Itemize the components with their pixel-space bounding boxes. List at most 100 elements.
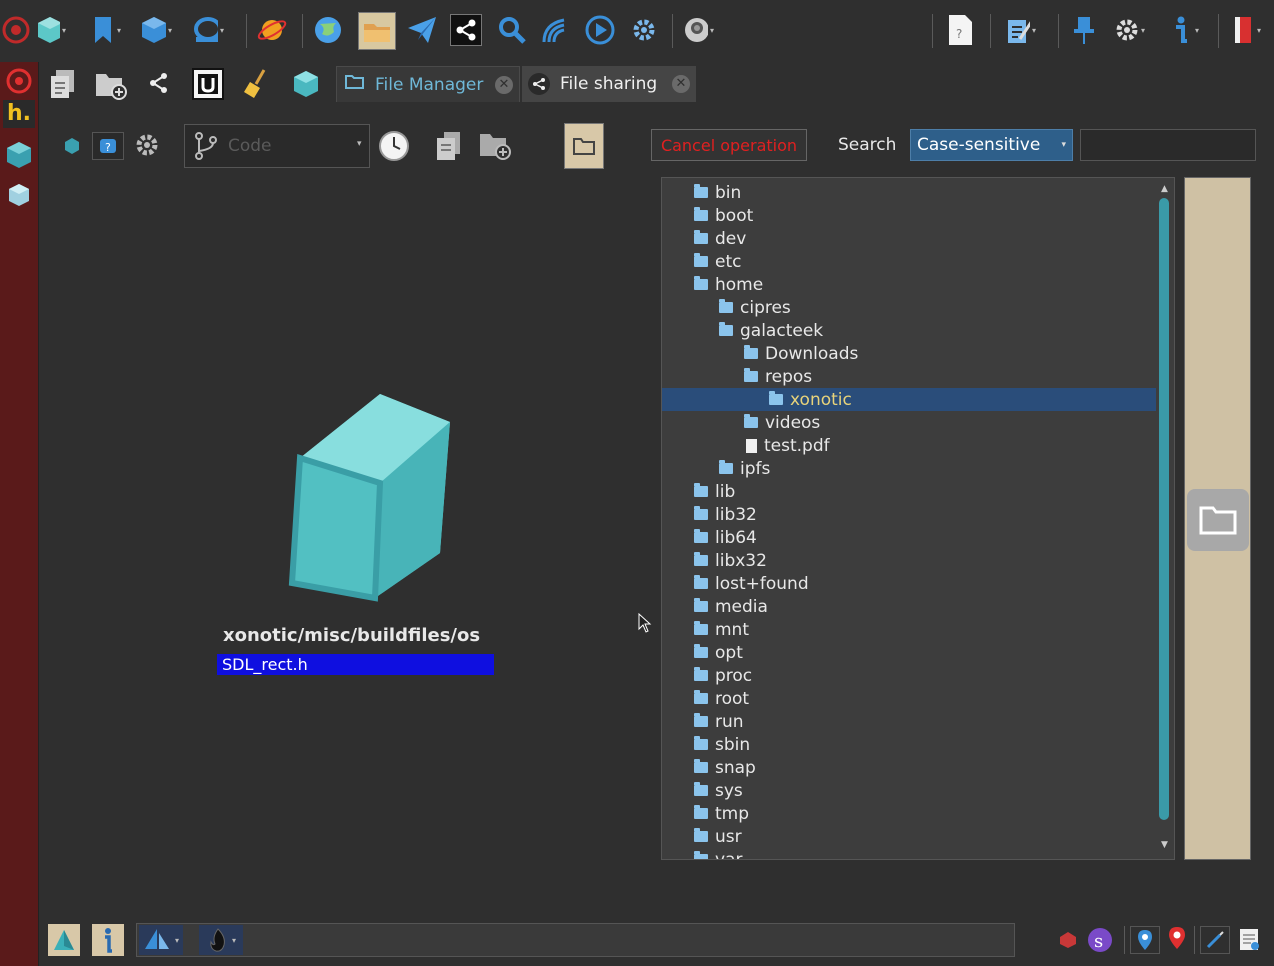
- tree-item-label: test.pdf: [764, 435, 830, 456]
- tree-item-label: home: [715, 274, 764, 295]
- help-badge-icon[interactable]: ?: [92, 132, 124, 160]
- tab-file-manager[interactable]: File Manager ✕: [336, 66, 520, 102]
- map-pin-blue-icon[interactable]: [1130, 926, 1160, 954]
- add-file-icon[interactable]: [434, 130, 464, 166]
- workspace-cube-light-icon[interactable]: [7, 182, 31, 212]
- pyramid-icon[interactable]: [48, 924, 80, 956]
- ipfs-cube-small-icon[interactable]: [290, 68, 322, 104]
- peers-icon[interactable]: ▾: [192, 14, 224, 46]
- tree-item[interactable]: mnt: [662, 618, 1156, 641]
- tab-file-manager-close-button[interactable]: ✕: [495, 76, 513, 94]
- tree-item[interactable]: proc: [662, 664, 1156, 687]
- scroll-up-icon[interactable]: ▲: [1161, 184, 1168, 194]
- tree-scrollbar[interactable]: ▲ ▼: [1159, 184, 1169, 854]
- tree-item[interactable]: boot: [662, 204, 1156, 227]
- tree-item[interactable]: opt: [662, 641, 1156, 664]
- new-folder-icon[interactable]: [94, 70, 128, 104]
- ipfs-cube-icon[interactable]: ▾: [34, 14, 66, 46]
- signal-icon[interactable]: [540, 14, 572, 46]
- status-bar: ▾ ▾: [136, 923, 1015, 957]
- tree-item[interactable]: run: [662, 710, 1156, 733]
- pen-icon[interactable]: [1200, 926, 1230, 954]
- scrollbar-thumb[interactable]: [1159, 198, 1169, 820]
- open-folder-button[interactable]: [564, 123, 604, 169]
- camera-icon[interactable]: ▾: [682, 14, 714, 46]
- peer-s-icon[interactable]: s: [1086, 926, 1116, 958]
- file-tree[interactable]: bin boot dev etc home cipres galacteek Download…: [661, 177, 1175, 860]
- tree-item[interactable]: dev: [662, 227, 1156, 250]
- new-document-icon[interactable]: [48, 68, 78, 104]
- tree-item[interactable]: lib32: [662, 503, 1156, 526]
- tree-item[interactable]: lost+found: [662, 572, 1156, 595]
- folder-icon: [694, 506, 708, 520]
- scroll-down-icon[interactable]: ▼: [1161, 840, 1168, 850]
- tab-file-sharing[interactable]: File sharing ✕: [522, 66, 696, 102]
- options-gear-icon[interactable]: [134, 132, 160, 162]
- red-gem-icon[interactable]: [1058, 930, 1078, 954]
- share-node-icon[interactable]: [148, 72, 170, 98]
- tree-item[interactable]: etc: [662, 250, 1156, 273]
- tree-item[interactable]: Downloads: [662, 342, 1156, 365]
- tree-item[interactable]: lib64: [662, 526, 1156, 549]
- map-pin-red-icon[interactable]: [1168, 926, 1186, 954]
- info-icon[interactable]: ▾: [1168, 14, 1200, 46]
- tree-item[interactable]: ipfs: [662, 457, 1156, 480]
- bookmark-icon[interactable]: ▾: [90, 14, 122, 46]
- pin-icon[interactable]: [1068, 14, 1100, 46]
- settings-gear-icon[interactable]: [628, 14, 660, 46]
- cancel-operation-button[interactable]: Cancel operation: [651, 129, 807, 161]
- hexagon-icon[interactable]: [62, 136, 82, 160]
- search-input[interactable]: [1080, 129, 1256, 161]
- sail-icon[interactable]: ▾: [139, 925, 183, 955]
- tree-item[interactable]: root: [662, 687, 1156, 710]
- case-sensitivity-select[interactable]: Case-sensitive ▾: [910, 129, 1073, 161]
- tab-file-sharing-close-button[interactable]: ✕: [672, 75, 690, 93]
- tree-item[interactable]: videos: [662, 411, 1156, 434]
- folder-icon: [694, 690, 708, 704]
- package-icon[interactable]: ▾: [140, 14, 172, 46]
- tree-item[interactable]: snap: [662, 756, 1156, 779]
- play-icon[interactable]: [584, 14, 616, 46]
- tree-item[interactable]: lib: [662, 480, 1156, 503]
- tree-item[interactable]: home: [662, 273, 1156, 296]
- help-document-icon[interactable]: ?: [944, 14, 976, 46]
- clipboard-icon[interactable]: ▾: [1004, 14, 1036, 46]
- broom-icon[interactable]: [242, 68, 272, 104]
- tree-item[interactable]: galacteek: [662, 319, 1156, 342]
- share-icon[interactable]: [450, 14, 482, 46]
- tree-item[interactable]: bin: [662, 181, 1156, 204]
- add-directory-icon[interactable]: [478, 130, 512, 164]
- hashmark-logo[interactable]: h.: [3, 100, 35, 128]
- app-ring-icon[interactable]: [5, 67, 33, 99]
- file-manager-folder-icon[interactable]: [358, 12, 396, 50]
- tree-item[interactable]: repos: [662, 365, 1156, 388]
- tree-item[interactable]: libx32: [662, 549, 1156, 572]
- flame-icon[interactable]: ▾: [199, 925, 243, 955]
- tree-item[interactable]: sbin: [662, 733, 1156, 756]
- exit-door-icon[interactable]: ▾: [1230, 14, 1262, 46]
- tree-item[interactable]: test.pdf: [662, 434, 1156, 457]
- info-i-icon[interactable]: [92, 924, 124, 956]
- unixfs-icon[interactable]: [192, 68, 224, 100]
- branch-select[interactable]: Code ▾: [184, 124, 370, 168]
- tree-item[interactable]: var: [662, 848, 1156, 859]
- tree-item[interactable]: cipres: [662, 296, 1156, 319]
- tree-item[interactable]: sys: [662, 779, 1156, 802]
- workspace-cube-icon[interactable]: [5, 140, 33, 174]
- send-icon[interactable]: [406, 14, 438, 46]
- app-menu-icon[interactable]: [0, 14, 32, 46]
- folder-panel-button[interactable]: [1187, 489, 1249, 551]
- tree-item[interactable]: tmp: [662, 802, 1156, 825]
- config-gear-icon[interactable]: ▾: [1114, 14, 1146, 46]
- ipfs-cube-large-icon: [280, 388, 460, 607]
- tree-item[interactable]: usr: [662, 825, 1156, 848]
- notes-icon[interactable]: [1238, 926, 1260, 956]
- history-clock-icon[interactable]: [378, 130, 410, 166]
- folder-icon: [694, 713, 708, 727]
- search-icon[interactable]: [496, 14, 528, 46]
- tree-item[interactable]: xonotic: [662, 388, 1156, 411]
- globe-icon[interactable]: [312, 14, 344, 46]
- tree-item[interactable]: media: [662, 595, 1156, 618]
- planet-icon[interactable]: [256, 14, 288, 46]
- preview-filename[interactable]: SDL_rect.h: [217, 654, 494, 675]
